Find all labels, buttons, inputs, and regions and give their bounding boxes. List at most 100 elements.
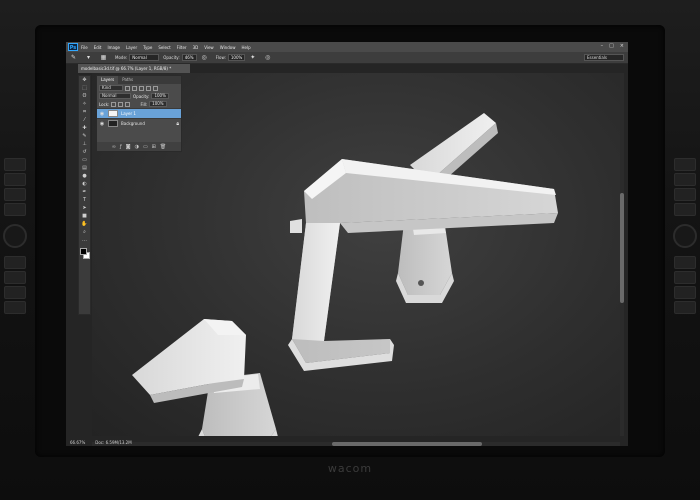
dodge-tool-icon[interactable]: ◐ — [79, 180, 90, 188]
layer-opacity-label: Opacity: — [133, 93, 150, 99]
adjustment-filter-icon[interactable] — [132, 85, 137, 91]
clone-stamp-tool-icon[interactable]: ⊥ — [79, 140, 90, 148]
mode-select[interactable]: Normal — [129, 54, 160, 61]
lock-all-icon[interactable] — [125, 101, 131, 107]
menu-filter[interactable]: Filter — [177, 45, 187, 50]
fx-icon[interactable]: ƒ — [120, 144, 122, 150]
pressure-opacity-icon[interactable]: ◎ — [200, 54, 209, 62]
link-icon[interactable]: ∞ — [112, 144, 116, 150]
menu-bar: Ps File Edit Image Layer Type Select Fil… — [66, 42, 628, 52]
airbrush-icon[interactable]: ✦ — [248, 54, 257, 62]
opacity-label: Opacity: — [163, 55, 180, 60]
quick-select-tool-icon[interactable]: ✧ — [79, 100, 90, 108]
crop-tool-icon[interactable]: ⌗ — [79, 108, 90, 116]
workspace-select[interactable]: Essentials — [584, 54, 624, 61]
photoshop-window: Ps File Edit Image Layer Type Select Fil… — [66, 42, 628, 446]
touch-ring-right[interactable] — [673, 224, 697, 248]
brush-preset-icon[interactable]: ✎ — [69, 54, 78, 62]
smart-object-filter-icon[interactable] — [153, 85, 158, 91]
close-button[interactable]: × — [620, 43, 624, 49]
zoom-tool-icon[interactable]: ⌕ — [79, 228, 90, 236]
history-brush-tool-icon[interactable]: ↺ — [79, 148, 90, 156]
document-tab[interactable]: modelbasic3d.tif @ 66.7% (Layer 1, RGB/8… — [78, 64, 190, 73]
lasso-tool-icon[interactable]: ʘ — [79, 92, 90, 100]
marquee-tool-icon[interactable]: ⬚ — [79, 84, 90, 92]
express-keys-left[interactable] — [3, 158, 27, 316]
foreground-color-swatch[interactable] — [80, 248, 87, 255]
lock-row: Lock: Fill: 100% — [97, 100, 181, 108]
mask-icon[interactable]: ◙ — [126, 144, 131, 150]
blend-mode-select[interactable]: Normal — [99, 93, 131, 99]
layer-row-layer-1[interactable]: ◉ Layer 1 — [97, 108, 181, 118]
new-layer-icon[interactable]: ⊞ — [152, 144, 156, 150]
mode-label: Mode: — [115, 55, 128, 60]
gradient-tool-icon[interactable]: ▤ — [79, 164, 90, 172]
menu-help[interactable]: Help — [241, 45, 250, 50]
document-size[interactable]: Doc: 6.59M/13.2M — [95, 440, 131, 445]
express-keys-right[interactable] — [673, 158, 697, 316]
pixel-filter-icon[interactable] — [125, 85, 130, 91]
brand-logo: wacom — [327, 462, 373, 475]
menu-edit[interactable]: Edit — [94, 45, 102, 50]
tab-paths[interactable]: Paths — [118, 76, 137, 84]
brush-panel-toggle-icon[interactable]: ▦ — [99, 54, 108, 62]
hand-tool-icon[interactable]: ✋ — [79, 220, 90, 228]
fill-field[interactable]: 100% — [149, 101, 167, 107]
menu-layer[interactable]: Layer — [126, 45, 137, 50]
pressure-size-icon[interactable]: ◎ — [263, 54, 272, 62]
maximize-button[interactable]: □ — [609, 43, 614, 49]
type-tool-icon[interactable]: T — [79, 196, 90, 204]
panel-tabs: Layers Paths — [97, 76, 181, 84]
menu-3d[interactable]: 3D — [193, 45, 199, 50]
folder-icon[interactable]: ▭ — [143, 144, 148, 150]
trash-icon[interactable]: 🗑︎ — [160, 144, 166, 150]
visibility-eye-icon[interactable]: ◉ — [99, 121, 105, 127]
options-bar: ✎ ▾ ▦ Mode: Normal Opacity: 46% ◎ Flow: … — [66, 52, 628, 64]
adjustment-icon[interactable]: ◑ — [135, 144, 139, 150]
healing-tool-icon[interactable]: ✚ — [79, 124, 90, 132]
layer-opacity-field[interactable]: 100% — [151, 93, 169, 99]
visibility-eye-icon[interactable]: ◉ — [99, 111, 105, 117]
lock-position-icon[interactable] — [118, 101, 124, 107]
lock-pixels-icon[interactable] — [111, 101, 117, 107]
layer-thumbnail — [108, 120, 118, 127]
lock-icon: 🔒︎ — [176, 120, 179, 127]
eyedropper-tool-icon[interactable]: ⁄ — [79, 116, 90, 124]
layer-row-background[interactable]: ◉ Background 🔒︎ — [97, 118, 181, 128]
menu-select[interactable]: Select — [158, 45, 170, 50]
menu-window[interactable]: Window — [220, 45, 236, 50]
eraser-tool-icon[interactable]: ▭ — [79, 156, 90, 164]
menu-image[interactable]: Image — [107, 45, 120, 50]
move-tool-icon[interactable]: ✥ — [79, 76, 90, 84]
menu-view[interactable]: View — [204, 45, 214, 50]
layers-panel-footer: ∞ ƒ ◙ ◑ ▭ ⊞ 🗑︎ — [97, 142, 181, 151]
tools-panel: ✥ ⬚ ʘ ✧ ⌗ ⁄ ✚ ✎ ⊥ ↺ ▭ ▤ ● ◐ ✒ T ➤ ■ ✋ ⌕ … — [78, 75, 91, 315]
minimize-button[interactable]: – — [601, 43, 604, 49]
vertical-scrollbar[interactable] — [620, 73, 624, 436]
type-filter-icon[interactable] — [139, 85, 144, 91]
edit-toolbar-icon[interactable]: … — [79, 236, 90, 244]
horizontal-scroll-thumb[interactable] — [332, 442, 482, 446]
touch-ring-left[interactable] — [3, 224, 27, 248]
fill-label: Fill: — [140, 101, 148, 107]
blur-tool-icon[interactable]: ● — [79, 172, 90, 180]
color-swatches[interactable] — [79, 247, 90, 261]
kind-filter-select[interactable]: Kind — [99, 85, 123, 91]
brush-size-picker-icon[interactable]: ▾ — [84, 54, 93, 62]
window-controls: – □ × — [601, 43, 624, 49]
pen-tool-icon[interactable]: ✒ — [79, 188, 90, 196]
flow-field[interactable]: 100% — [227, 54, 246, 61]
tab-layers[interactable]: Layers — [97, 76, 119, 84]
vertical-scroll-thumb[interactable] — [620, 193, 624, 303]
horizontal-scrollbar[interactable] — [92, 442, 620, 446]
brush-tool-icon[interactable]: ✎ — [79, 132, 90, 140]
shape-tool-icon[interactable]: ■ — [79, 212, 90, 220]
flow-label: Flow: — [215, 55, 226, 60]
menu-type[interactable]: Type — [143, 45, 152, 50]
zoom-level[interactable]: 66.67% — [70, 440, 85, 445]
shape-filter-icon[interactable] — [146, 85, 151, 91]
opacity-field[interactable]: 46% — [181, 54, 197, 61]
menu-file[interactable]: File — [81, 45, 88, 50]
path-select-tool-icon[interactable]: ➤ — [79, 204, 90, 212]
layer-name: Layer 1 — [121, 111, 136, 116]
